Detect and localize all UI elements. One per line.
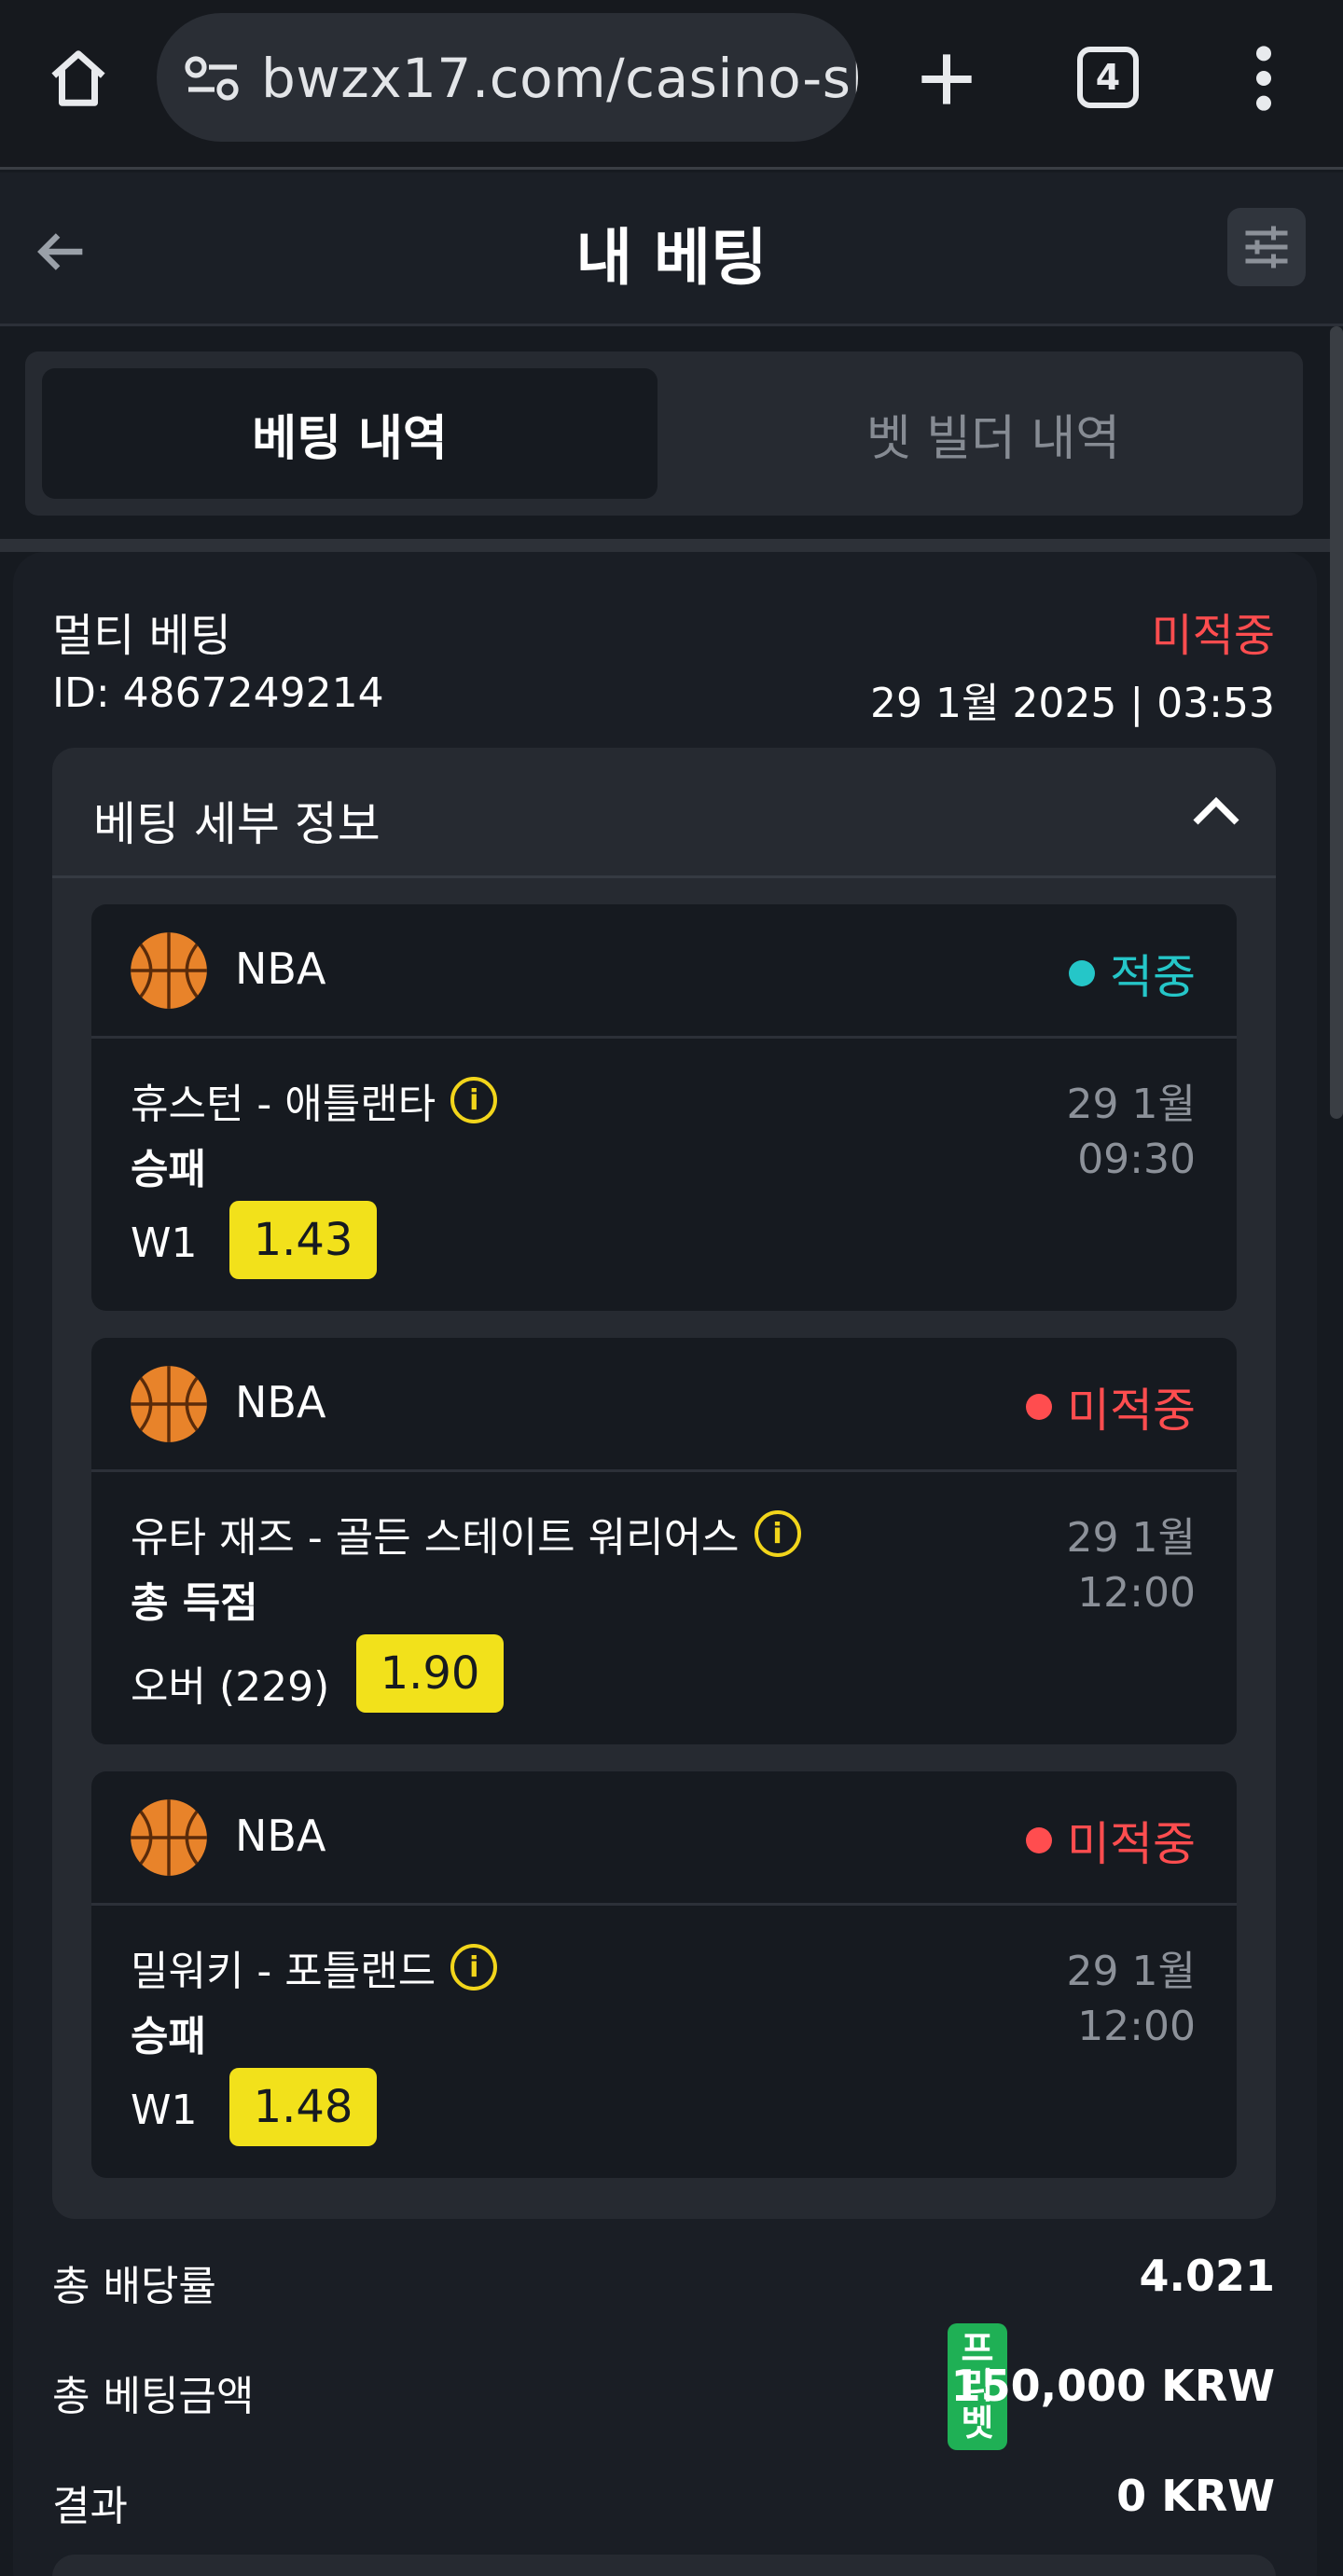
- app-header: 내 베팅: [0, 172, 1343, 326]
- match-time: 12:00: [1077, 2003, 1196, 2050]
- scrollbar[interactable]: [1330, 326, 1343, 1119]
- basketball-icon: [131, 932, 207, 1009]
- next-panel-edge: [52, 2555, 1276, 2576]
- match-label: 밀워키 - 포틀랜드: [131, 1948, 436, 1995]
- tab-bet-history[interactable]: 베팅 내역: [42, 368, 658, 499]
- chevron-up-icon[interactable]: [1190, 792, 1242, 830]
- info-icon[interactable]: i: [450, 1944, 498, 1991]
- filter-button[interactable]: [1227, 208, 1306, 286]
- stake-label: 총 베팅금액: [52, 2373, 255, 2420]
- match-name: 밀워키 - 포틀랜드 i: [131, 1937, 498, 1997]
- info-icon[interactable]: i: [450, 1077, 498, 1123]
- browser-menu-icon[interactable]: [1240, 41, 1287, 116]
- match-time: 12:00: [1077, 1569, 1196, 1617]
- match-time: 09:30: [1077, 1136, 1196, 1183]
- total-odds-label: 총 배당률: [52, 2263, 216, 2310]
- match-name: 유타 재즈 - 골든 스테이트 워리어스 i: [131, 1504, 801, 1564]
- site-settings-icon[interactable]: [185, 54, 241, 103]
- bet-details-header[interactable]: 베팅 세부 정보: [52, 748, 1276, 878]
- tab-count: 4: [1095, 57, 1121, 98]
- match-date: 29 1월: [1066, 1948, 1196, 1995]
- plus-icon: [921, 54, 972, 104]
- selection-status: 미적중: [1026, 1373, 1196, 1440]
- result-label: 결과: [52, 2483, 128, 2530]
- selection-header: NBA 적중: [91, 904, 1237, 1039]
- match-date: 29 1월: [1066, 1081, 1196, 1128]
- home-icon[interactable]: [37, 42, 119, 115]
- tab-switcher-button[interactable]: 4: [1077, 47, 1139, 108]
- pick-label: W1: [131, 2087, 198, 2134]
- url-bar[interactable]: bwzx17.com/casino-slot: [157, 13, 858, 142]
- history-tabs: 베팅 내역 벳 빌더 내역: [25, 351, 1303, 516]
- selection-header: NBA 미적중: [91, 1771, 1237, 1906]
- odds-badge: 1.90: [356, 1634, 504, 1713]
- league-name: NBA: [235, 1811, 326, 1861]
- bet-datetime: 29 1월 2025 | 03:53: [869, 680, 1275, 727]
- bet-status: 미적중: [1151, 610, 1275, 662]
- url-text[interactable]: bwzx17.com/casino-slot: [261, 47, 858, 110]
- match-label: 휴스턴 - 애틀랜타: [131, 1081, 436, 1128]
- selection-header: NBA 미적중: [91, 1338, 1237, 1472]
- league-name: NBA: [235, 944, 326, 994]
- total-odds-value: 4.021: [1139, 2251, 1275, 2301]
- pick-label: W1: [131, 1219, 198, 1267]
- status-dot: [1026, 1827, 1052, 1853]
- selection-status-label: 적중: [1110, 950, 1196, 1004]
- divider: [0, 539, 1343, 552]
- market-name: 승패: [131, 2013, 206, 2060]
- league-name: NBA: [235, 1377, 326, 1427]
- status-dot: [1026, 1394, 1052, 1420]
- market-name: 총 득점: [131, 1579, 258, 1627]
- result-value: 0 KRW: [1116, 2471, 1275, 2521]
- selection-status-label: 미적중: [1067, 1817, 1196, 1871]
- info-icon[interactable]: i: [754, 1510, 801, 1557]
- bet-type: 멀티 베팅: [52, 610, 231, 662]
- sliders-icon: [1245, 226, 1288, 269]
- market-name: 승패: [131, 1146, 206, 1193]
- match-label: 유타 재즈 - 골든 스테이트 워리어스: [131, 1514, 740, 1562]
- selection-card: NBA 미적중 밀워키 - 포틀랜드 i 승패 W1 1.48 29 1월 12:…: [91, 1771, 1237, 2178]
- pick-label: 오버 (229): [131, 1663, 330, 1711]
- new-tab-button[interactable]: [909, 37, 984, 121]
- selection-status: 적중: [1069, 940, 1196, 1007]
- selection-card: NBA 적중 휴스턴 - 애틀랜타 i 승패 W1 1.43 29 1월 09:3…: [91, 904, 1237, 1311]
- page-title: 내 베팅: [575, 222, 768, 294]
- tab-bet-builder-history[interactable]: 벳 빌더 내역: [685, 368, 1301, 499]
- browser-toolbar: bwzx17.com/casino-slot 4: [0, 0, 1343, 170]
- bet-details-title: 베팅 세부 정보: [93, 797, 381, 851]
- basketball-icon: [131, 1366, 207, 1442]
- stake-value: 150,000 KRW: [950, 2361, 1275, 2411]
- odds-badge: 1.43: [229, 1201, 377, 1279]
- selection-card: NBA 미적중 유타 재즈 - 골든 스테이트 워리어스 i 총 득점 오버 (2…: [91, 1338, 1237, 1744]
- bet-id: ID: 4867249214: [52, 669, 384, 717]
- match-name: 휴스턴 - 애틀랜타 i: [131, 1070, 498, 1130]
- selection-status-label: 미적중: [1067, 1384, 1196, 1438]
- odds-badge: 1.48: [229, 2068, 377, 2146]
- basketball-icon: [131, 1799, 207, 1876]
- status-dot: [1069, 960, 1095, 986]
- match-date: 29 1월: [1066, 1514, 1196, 1562]
- selection-status: 미적중: [1026, 1807, 1196, 1874]
